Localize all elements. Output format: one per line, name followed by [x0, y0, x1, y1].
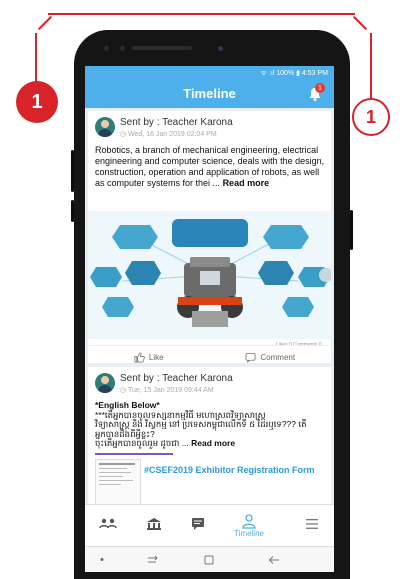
nav-item-group[interactable] — [93, 512, 123, 536]
callout-line-left-v — [35, 33, 37, 83]
post-divider — [95, 453, 173, 455]
nav-label-timeline: Timeline — [234, 528, 264, 538]
timeline-icon — [242, 513, 256, 529]
nav-item-chat[interactable] — [183, 512, 213, 536]
back-icon[interactable] — [265, 553, 283, 567]
nav-item-school[interactable] — [139, 512, 169, 536]
post-card: Sent by : Teacher Karona ◷ Wed, 16 Jan 2… — [88, 111, 331, 363]
status-bar: ᯤ .ıl 100% ▮ 4:53 PM — [85, 66, 334, 80]
page-title: Timeline — [183, 86, 236, 101]
group-icon — [99, 518, 117, 529]
avatar — [95, 117, 115, 137]
post-card: Sent by : Teacher Karona ◷ Tue, 15 Jan 2… — [88, 367, 331, 504]
read-more-link[interactable]: Read more — [191, 438, 235, 448]
bottom-nav: Timeline — [85, 504, 334, 547]
callout-badge-left: 1 — [16, 81, 58, 123]
menu-icon — [306, 519, 318, 529]
nav-item-menu[interactable] — [297, 512, 327, 536]
post-actions: Like Comment — [88, 345, 331, 368]
callout-line-right-v — [370, 33, 372, 99]
home-icon[interactable] — [200, 553, 218, 567]
recent-apps-icon[interactable] — [143, 553, 161, 567]
registration-form-thumbnail[interactable] — [95, 459, 141, 504]
post-sender: Sent by : Teacher Karona — [120, 373, 233, 384]
front-sensor — [104, 46, 109, 51]
callout-badge-right: 1 — [352, 98, 390, 136]
chat-icon — [192, 518, 204, 530]
phone-screen: ᯤ .ıl 100% ▮ 4:53 PM Timeline 1 Sent by … — [85, 66, 334, 572]
bixby-button — [71, 200, 74, 222]
callout-line-left-diag — [37, 15, 53, 31]
dot-indicator-icon: • — [100, 554, 104, 566]
post-sender: Sent by : Teacher Karona — [120, 117, 233, 128]
app-bar: Timeline 1 — [85, 80, 334, 108]
callout-line-top — [48, 13, 355, 15]
front-camera — [218, 46, 223, 51]
comment-icon — [245, 352, 256, 363]
comment-button[interactable]: Comment — [210, 352, 332, 363]
read-more-link[interactable]: Read more — [223, 178, 270, 188]
power-button — [350, 210, 353, 250]
banner-title: #CSEF2019 Exhibitor Registration Form — [144, 465, 315, 475]
post-timestamp: ◷ Wed, 16 Jan 2019 02:04 PM — [120, 131, 217, 138]
post-text: Robotics, a branch of mechanical enginee… — [95, 145, 325, 188]
status-text: ᯤ .ıl 100% ▮ 4:53 PM — [260, 69, 328, 77]
nav-item-timeline[interactable]: Timeline — [227, 508, 271, 542]
like-icon — [134, 352, 145, 362]
like-button[interactable]: Like — [88, 352, 210, 363]
avatar — [95, 373, 115, 393]
front-sensor — [120, 46, 125, 51]
callout-line-right-diag — [352, 15, 368, 31]
post-timestamp: ◷ Tue, 15 Jan 2019 09:44 AM — [120, 387, 214, 394]
notification-badge: 1 — [315, 83, 325, 93]
post-line: ចុះតើអ្នកបានចូលរួម ដូចជា ... Read more — [95, 438, 236, 448]
volume-button — [71, 150, 74, 192]
post-image[interactable] — [88, 211, 331, 339]
timeline-feed[interactable]: Sent by : Teacher Karona ◷ Wed, 16 Jan 2… — [85, 108, 334, 504]
system-nav-bar: • — [85, 546, 334, 572]
school-icon — [147, 518, 161, 530]
earpiece-speaker — [132, 46, 192, 50]
post-text: *English Below* ***តើអ្នកបានចូលទស្សនាកម្… — [95, 400, 329, 449]
robotics-diagram-image — [88, 211, 331, 339]
